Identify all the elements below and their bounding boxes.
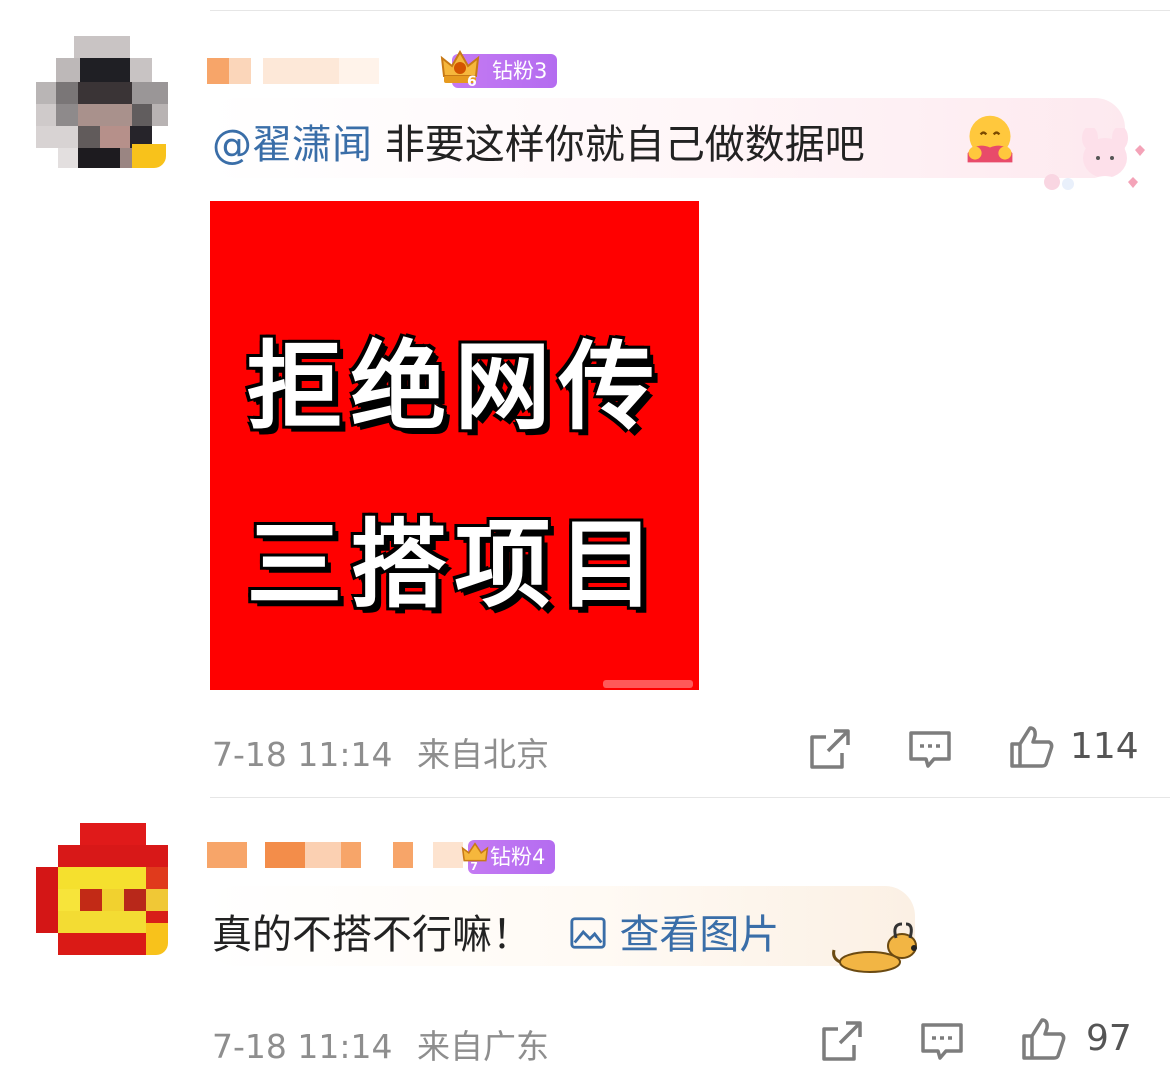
melody-sticker-icon: [1044, 128, 1145, 196]
comment-location: 来自广东: [417, 1027, 549, 1066]
badge-label: 钻粉4: [490, 845, 546, 869]
comment-body: 真的不搭不行嘛！: [212, 912, 532, 958]
comment-body: 非要这样你就自己做数据吧: [384, 122, 865, 168]
fan-badge[interactable]: 7 钻粉4: [461, 840, 556, 874]
comment-text: 真的不搭不行嘛！ 查看图片: [212, 902, 779, 960]
share-icon[interactable]: [806, 725, 854, 773]
badge-label: 钻粉3: [492, 59, 548, 83]
fan-badge[interactable]: 6 钻粉3: [440, 49, 558, 90]
like-count: 97: [1086, 1018, 1132, 1059]
avatar[interactable]: [36, 36, 168, 168]
image-watermark: [603, 680, 693, 688]
thumbs-up-icon[interactable]: [1008, 722, 1056, 770]
comment-time: 7-18 11:14: [212, 1027, 393, 1066]
comment-icon[interactable]: [918, 1017, 966, 1065]
like-count: 114: [1070, 726, 1139, 767]
svg-text:7: 7: [470, 860, 478, 873]
top-divider: [210, 10, 1170, 11]
comment-divider: [210, 797, 1170, 798]
crown-icon: 6: [440, 49, 480, 90]
avatar[interactable]: [36, 823, 168, 955]
view-image-link[interactable]: 查看图片: [569, 912, 780, 958]
comment-time: 7-18 11:14: [212, 735, 393, 774]
username-redacted[interactable]: [207, 58, 407, 88]
comment-icon[interactable]: [906, 725, 954, 773]
share-icon[interactable]: [818, 1017, 866, 1065]
image-icon: [570, 917, 606, 949]
image-text-line-1: 拒绝网传: [246, 331, 663, 443]
view-image-label: 查看图片: [619, 912, 780, 958]
post-image[interactable]: 拒绝网传 三搭项目: [210, 201, 699, 690]
thumbs-up-icon[interactable]: [1020, 1014, 1068, 1062]
pluto-sticker-icon: [832, 922, 917, 973]
username-redacted[interactable]: [207, 842, 467, 872]
comment-text: @翟潇闻 非要这样你就自己做数据吧: [212, 112, 865, 170]
comment-meta: 7-18 11:14 来自北京: [212, 728, 549, 776]
comment-meta: 7-18 11:14 来自广东: [212, 1020, 549, 1068]
mention-link[interactable]: @翟潇闻: [212, 122, 372, 168]
comment-location: 来自北京: [417, 735, 549, 774]
image-text-line-2: 三搭项目: [246, 509, 663, 621]
hug-emoji-icon: [967, 115, 1013, 163]
svg-text:6: 6: [467, 74, 477, 90]
crown-icon: 7: [461, 842, 489, 873]
